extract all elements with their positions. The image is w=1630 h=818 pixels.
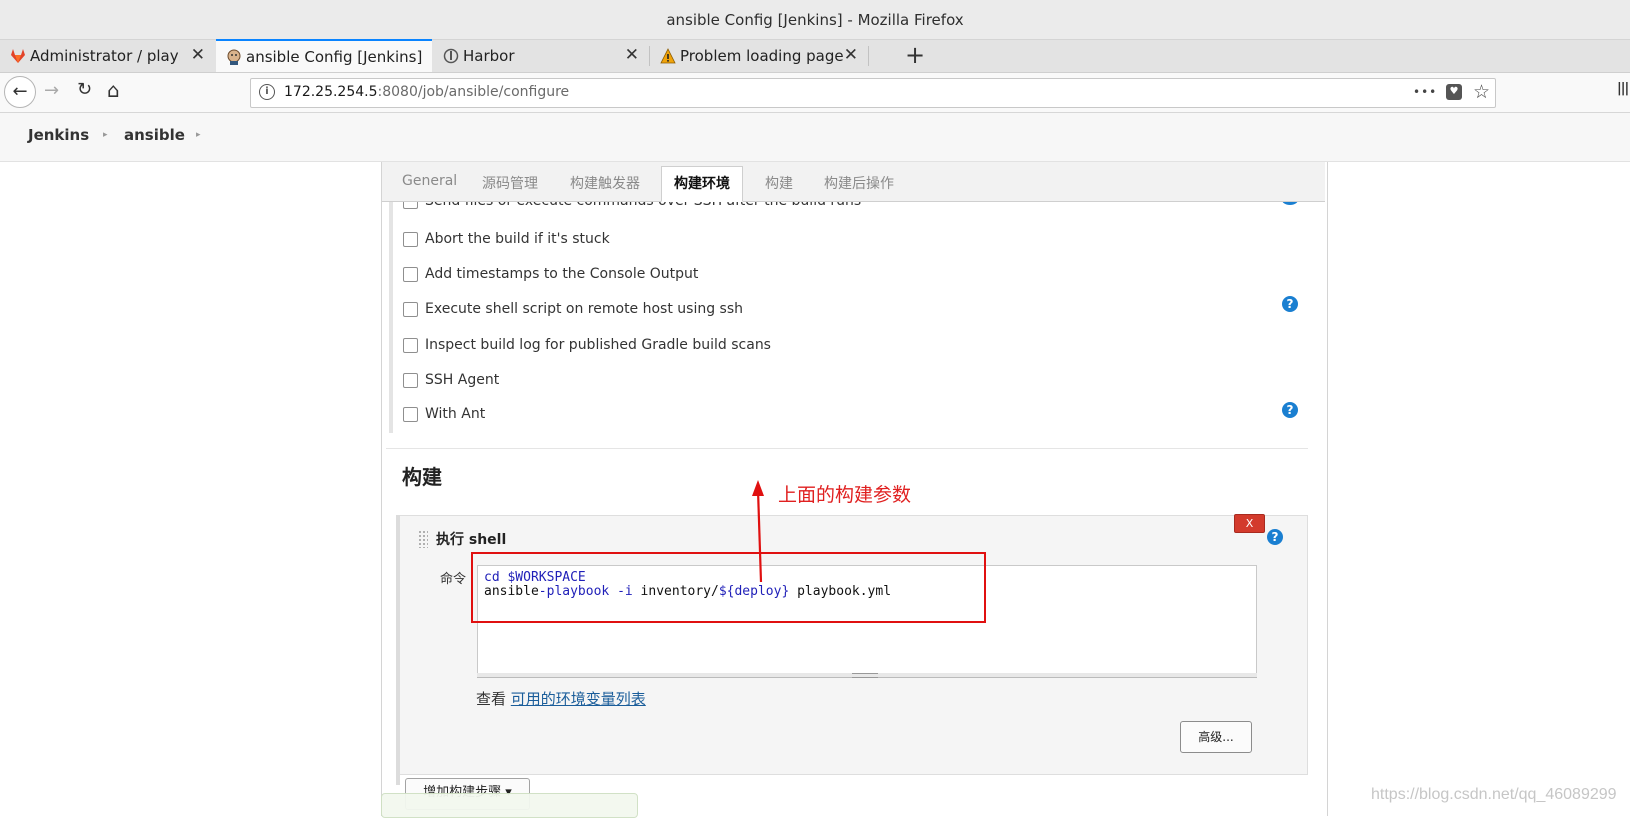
help-icon[interactable]: ?: [1282, 402, 1298, 418]
browser-tab-harbor[interactable]: Harbor ✕: [433, 40, 649, 72]
site-info-icon[interactable]: i: [259, 84, 275, 100]
section-divider: [386, 448, 1308, 449]
annotation-text: 上面的构建参数: [778, 484, 912, 506]
checkbox[interactable]: [403, 302, 418, 317]
tab-build-environment[interactable]: 构建环境: [661, 166, 743, 202]
checkbox[interactable]: [403, 267, 418, 282]
close-tab-icon[interactable]: ✕: [625, 45, 639, 65]
config-tabs-bar: General 源码管理 构建触发器 构建环境 构建 构建后操作: [382, 162, 1325, 202]
annotation-arrow-icon: [752, 480, 764, 583]
help-icon[interactable]: ?: [1267, 529, 1283, 545]
harbor-icon: [443, 48, 459, 64]
tab-label: Harbor: [463, 47, 515, 65]
tab-general[interactable]: General: [402, 173, 457, 189]
home-button[interactable]: ⌂: [107, 78, 120, 102]
warning-icon: [660, 48, 676, 64]
jenkins-icon: [227, 49, 241, 65]
window-title: ansible Config [Jenkins] - Mozilla Firef…: [666, 11, 964, 29]
new-tab-button[interactable]: +: [905, 41, 925, 69]
env-vars-link[interactable]: 可用的环境变量列表: [511, 690, 646, 708]
section-indent-bar: [389, 201, 393, 433]
page-actions-icon[interactable]: •••: [1413, 85, 1437, 99]
grip-icon: [852, 673, 878, 678]
gitlab-icon: [11, 49, 25, 63]
highlight-box: [471, 552, 986, 623]
browser-navbar: ← → ↻ ⌂ i 172.25.254.5:8080/job/ansible/…: [0, 73, 1630, 113]
help-icon[interactable]: ?: [1282, 296, 1298, 312]
tab-build-triggers[interactable]: 构建触发器: [570, 173, 640, 193]
bookmark-star-icon[interactable]: ☆: [1473, 81, 1490, 103]
window-titlebar: ansible Config [Jenkins] - Mozilla Firef…: [0, 0, 1630, 40]
tab-label: Problem loading page: [680, 47, 844, 65]
tab-build[interactable]: 构建: [765, 173, 793, 193]
delete-step-button[interactable]: X: [1234, 514, 1265, 533]
forward-button[interactable]: →: [44, 80, 59, 101]
url-text[interactable]: 172.25.254.5:8080/job/ansible/configure: [284, 84, 569, 100]
watermark: https://blog.csdn.net/qq_46089299: [1371, 786, 1617, 803]
url-bar[interactable]: i 172.25.254.5:8080/job/ansible/configur…: [250, 78, 1496, 108]
bottom-action-bar: [381, 793, 638, 818]
tab-separator: [868, 46, 869, 66]
library-icon[interactable]: |||: [1617, 81, 1629, 96]
close-tab-icon[interactable]: ✕: [191, 45, 205, 65]
build-section-title: 构建: [402, 465, 442, 489]
tab-label: ansible Config [Jenkins]: [246, 48, 423, 66]
pocket-icon[interactable]: ♥: [1446, 84, 1462, 100]
breadcrumb-jenkins[interactable]: Jenkins: [28, 126, 89, 144]
reload-button[interactable]: ↻: [77, 79, 92, 100]
breadcrumb-ansible[interactable]: ansible: [124, 126, 185, 144]
command-label: 命令: [440, 572, 467, 587]
browser-tab-gitlab[interactable]: Administrator / playbook ✕: [0, 40, 215, 72]
tab-label: Administrator / playbook: [30, 47, 180, 65]
close-tab-icon[interactable]: ✕: [844, 45, 858, 65]
browser-tab-strip: Administrator / playbook ✕ ansible Confi…: [0, 39, 1630, 73]
step-indent-bar: [396, 515, 400, 785]
advanced-button[interactable]: 高级...: [1180, 721, 1252, 753]
checkbox[interactable]: [403, 373, 418, 388]
tab-source-management[interactable]: 源码管理: [482, 173, 538, 193]
textarea-resize-handle[interactable]: [477, 673, 1257, 678]
browser-tab-jenkins[interactable]: ansible Config [Jenkins]: [216, 39, 432, 72]
drag-handle-icon[interactable]: [418, 530, 428, 548]
tab-post-build[interactable]: 构建后操作: [824, 173, 894, 193]
checkbox[interactable]: [403, 407, 418, 422]
checkbox[interactable]: [403, 338, 418, 353]
step-title: 执行 shell: [436, 532, 507, 548]
browser-tab-problem[interactable]: Problem loading page ✕: [650, 40, 868, 72]
checkbox[interactable]: [403, 232, 418, 247]
back-button[interactable]: ←: [4, 76, 36, 108]
jenkins-breadcrumb: Jenkins ▸ ansible ▸: [0, 113, 1630, 162]
env-vars-line: 查看 可用的环境变量列表: [476, 690, 646, 708]
breadcrumb-separator[interactable]: ▸: [103, 130, 108, 140]
breadcrumb-separator[interactable]: ▸: [196, 130, 201, 140]
